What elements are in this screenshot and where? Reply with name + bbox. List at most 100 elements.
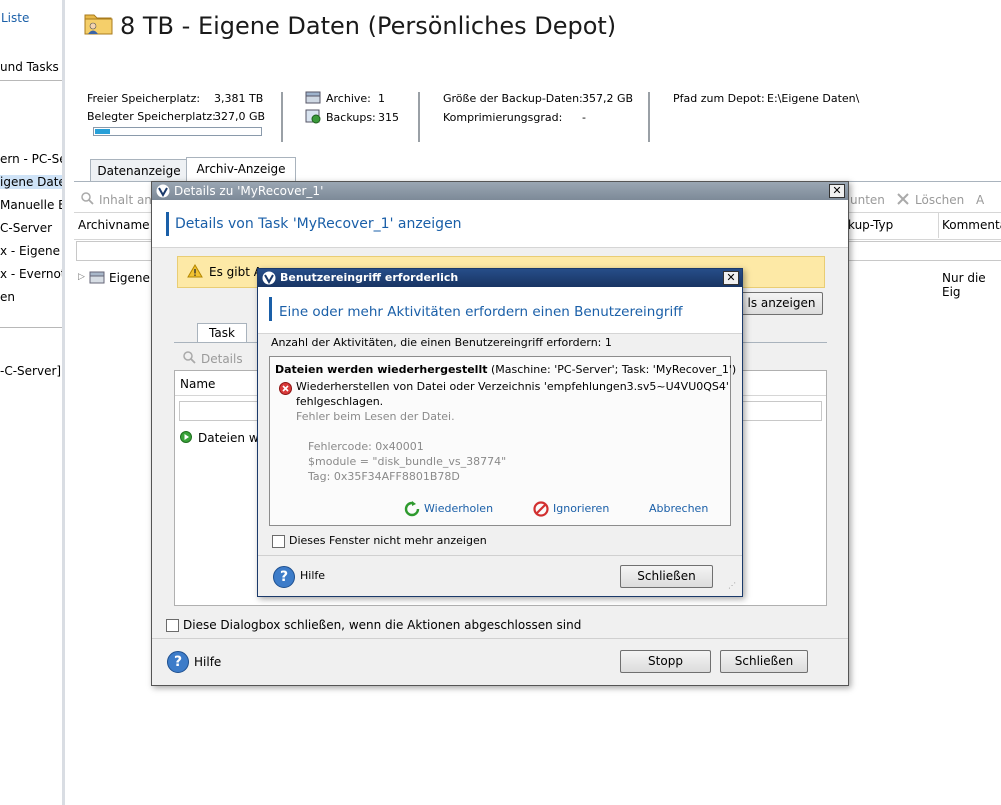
free-space-label: Freier Speicherplatz: [87, 92, 201, 105]
sidebar-item-tasks[interactable]: und Tasks [0, 60, 59, 74]
filter-input-right[interactable] [848, 241, 1001, 261]
help-link[interactable]: Hilfe [194, 655, 221, 669]
details-titlebar[interactable]: Details zu 'MyRecover_1' ✕ [152, 182, 848, 200]
warning-text: Es gibt A [209, 265, 262, 279]
depot-folder-icon [84, 9, 114, 37]
delete-icon [897, 193, 909, 205]
used-space-value: 327,0 GB [214, 110, 266, 123]
toolbar-loeschen-button[interactable]: Löschen [915, 193, 964, 207]
error-line1: Wiederherstellen von Datei oder Verzeich… [296, 380, 729, 393]
path-value: E:\Eigene Daten\ [767, 92, 860, 105]
cancel-link[interactable]: Abbrechen [649, 502, 708, 515]
close-when-done-label: Diese Dialogbox schließen, wenn die Akti… [183, 618, 582, 632]
close-when-done-checkbox[interactable] [166, 619, 179, 632]
sidebar-item-eigene-daten[interactable]: igene Daten [0, 175, 62, 189]
error-line2: fehlgeschlagen. [296, 395, 384, 408]
tab-datenanzeige[interactable]: Datenanzeige [90, 159, 188, 182]
usage-bar [93, 127, 262, 136]
sidebar-item-liste[interactable]: Liste [1, 11, 29, 25]
sidebar-item-evernote[interactable]: x - Evernote [0, 267, 62, 281]
running-icon [180, 431, 192, 443]
dont-show-again-checkbox[interactable] [272, 535, 285, 548]
sidebar-edge [62, 0, 65, 805]
archive-value: 1 [378, 92, 385, 105]
error-tag: Tag: 0x35F34AFF8801B78D [308, 470, 460, 483]
intervention-header: Eine oder mehr Aktivitäten erfordern ein… [258, 287, 742, 334]
stop-button[interactable]: Stopp [620, 650, 711, 673]
sidebar-item-c-server-2[interactable]: -C-Server] [0, 364, 61, 378]
path-label: Pfad zum Depot: [673, 92, 765, 105]
table-row-comment: Nur die Eig [942, 271, 986, 299]
help-icon[interactable]: ? [167, 651, 189, 673]
activity-title-bold: Dateien werden wiederhergestellt [275, 363, 488, 376]
sidebar-divider-2 [0, 327, 62, 328]
error-code: Fehlercode: 0x40001 [308, 440, 424, 453]
error-module: $module = "disk_bundle_vs_38774" [308, 455, 507, 468]
compression-label: Komprimierungsgrad: [443, 111, 563, 124]
close-icon[interactable]: ✕ [723, 271, 739, 285]
toolbar-unten-button[interactable]: unten [850, 193, 885, 207]
archive-row-icon [89, 269, 105, 285]
close-icon[interactable]: ✕ [829, 184, 845, 198]
task-row-item[interactable]: Dateien we [198, 431, 266, 445]
sidebar-item-eigene-d[interactable]: x - Eigene D [0, 244, 62, 258]
compression-value: - [582, 111, 586, 124]
retry-link[interactable]: Wiederholen [424, 502, 493, 515]
expand-chevron-icon[interactable]: ▷ [78, 272, 85, 282]
page-title: 8 TB - Eigene Daten (Persönliches Depot) [120, 12, 617, 40]
sidebar-item-manuelle[interactable]: Manuelle Ba [0, 198, 62, 212]
header-separator [281, 92, 283, 142]
sidebar-divider [0, 80, 62, 81]
tab-archiv-anzeige[interactable]: Archiv-Anzeige [186, 157, 296, 182]
intervention-close-button[interactable]: Schließen [620, 565, 713, 588]
column-kommentar[interactable]: Kommenta [942, 218, 1001, 232]
error-reason: Fehler beim Lesen der Datei. [296, 410, 455, 423]
ignore-link[interactable]: Ignorieren [553, 502, 609, 515]
show-details-button[interactable]: ls anzeigen [740, 292, 823, 315]
search-icon [80, 191, 94, 205]
intervention-heading: Eine oder mehr Aktivitäten erfordern ein… [279, 304, 683, 320]
intervention-titlebar[interactable]: Benutzereingriff erforderlich ✕ [258, 269, 742, 287]
help-icon[interactable]: ? [273, 566, 295, 588]
archive-icon [305, 89, 321, 105]
activity-title: Dateien werden wiederhergestellt (Maschi… [275, 363, 736, 376]
details-header: Details von Task 'MyRecover_1' anzeigen [152, 200, 848, 248]
toolbar-more-button[interactable]: A [976, 193, 984, 207]
details-title: Details zu 'MyRecover_1' [174, 184, 324, 198]
heading-accent [269, 297, 272, 321]
footer-divider [258, 555, 742, 556]
filter-input[interactable] [76, 241, 158, 261]
sidebar-item-c-server[interactable]: C-Server [0, 221, 52, 235]
details-button[interactable]: Details [201, 352, 243, 366]
intervention-title: Benutzereingriff erforderlich [280, 271, 459, 284]
usage-bar-fill [95, 129, 110, 134]
activity-title-detail: (Maschine: 'PC-Server'; Task: 'MyRecover… [487, 363, 737, 376]
tab-task[interactable]: Task [197, 323, 247, 343]
help-link[interactable]: Hilfe [300, 569, 325, 582]
column-archivname[interactable]: Archivname [78, 218, 150, 232]
retry-icon [404, 501, 420, 517]
dont-show-again-label: Dieses Fenster nicht mehr anzeigen [289, 534, 487, 547]
header-separator [648, 92, 650, 142]
intervention-dialog: Benutzereingriff erforderlich ✕ Eine ode… [257, 268, 743, 597]
column-typ[interactable]: kup-Typ [848, 218, 893, 232]
activity-count: Anzahl der Aktivitäten, die einen Benutz… [271, 336, 612, 349]
activity-panel: Dateien werden wiederhergestellt (Maschi… [269, 356, 736, 526]
backups-value: 315 [378, 111, 399, 124]
error-icon [279, 382, 292, 395]
details-close-button[interactable]: Schließen [720, 650, 808, 673]
footer-divider [152, 638, 848, 639]
details-search-icon [182, 350, 196, 364]
header-separator [418, 92, 420, 142]
backups-icon [305, 108, 321, 124]
column-divider [938, 212, 939, 238]
sidebar-item-pc-server[interactable]: ern - PC-Se [0, 152, 62, 166]
used-space-label: Belegter Speicherplatz: [87, 110, 216, 123]
column-name[interactable]: Name [180, 377, 215, 391]
details-heading: Details von Task 'MyRecover_1' anzeigen [175, 216, 462, 232]
sidebar-item-en[interactable]: en [0, 290, 15, 304]
toolbar-inhalt-button[interactable]: Inhalt anz [99, 193, 158, 207]
resize-grip-icon[interactable]: ⋰ [728, 582, 736, 590]
app-logo-icon [156, 184, 170, 198]
archive-label: Archive: [326, 92, 371, 105]
